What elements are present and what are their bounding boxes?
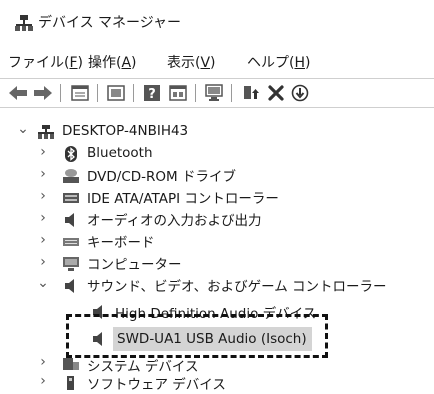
computer-root-icon — [38, 125, 54, 139]
bluetooth-icon — [65, 146, 77, 162]
tree-item-label[interactable]: サウンド、ビデオ、およびゲーム コントローラー — [87, 274, 387, 296]
svg-text:?: ? — [148, 87, 156, 102]
properties-icon[interactable] — [70, 83, 90, 103]
back-arrow-icon[interactable] — [8, 83, 28, 103]
highlight-dashed-box — [66, 314, 328, 358]
tree-item-label[interactable]: DVD/CD-ROM ドライブ — [87, 164, 236, 186]
toolbar: ? — [0, 78, 434, 108]
ide-controller-icon — [63, 193, 79, 203]
menu-view[interactable]: 表示(V) — [167, 52, 216, 72]
chevron-down-icon[interactable]: ⌄ — [17, 121, 29, 137]
toolbar-separator — [231, 84, 232, 102]
devices-view-icon[interactable] — [106, 83, 126, 103]
toolbar-separator — [133, 84, 134, 102]
help-icon[interactable]: ? — [142, 83, 162, 103]
menu-help[interactable]: ヘルプ(H) — [247, 52, 310, 72]
window-title: デバイス マネージャー — [38, 15, 182, 31]
chevron-right-icon[interactable]: › — [37, 354, 49, 370]
update-driver-icon[interactable] — [241, 83, 261, 103]
uninstall-icon[interactable] — [266, 83, 286, 103]
speaker-icon — [65, 279, 74, 293]
keyboard-icon — [63, 238, 79, 246]
chevron-right-icon[interactable]: › — [37, 188, 49, 204]
chevron-right-icon[interactable]: › — [37, 232, 49, 248]
toolbar-separator — [97, 84, 98, 102]
toolbar-separator — [195, 84, 196, 102]
tree-item-label[interactable]: IDE ATA/ATAPI コントローラー — [87, 186, 279, 208]
disc-drive-icon — [63, 169, 79, 183]
chevron-down-icon[interactable]: ⌄ — [37, 275, 49, 291]
tree-item-label[interactable]: Bluetooth — [87, 142, 153, 164]
forward-arrow-icon[interactable] — [33, 83, 53, 103]
tree-root-label[interactable]: DESKTOP-4NBIH43 — [62, 120, 188, 142]
speaker-icon — [65, 213, 74, 227]
menu-action[interactable]: 操作(A) — [88, 52, 137, 72]
tree-item-label[interactable]: ソフトウェア デバイス — [87, 372, 226, 394]
software-device-icon — [67, 376, 74, 390]
chevron-right-icon[interactable]: › — [37, 254, 49, 270]
scan-hardware-icon[interactable] — [204, 83, 224, 103]
toolbar-separator — [60, 84, 61, 102]
chevron-right-icon[interactable]: › — [37, 373, 49, 389]
chevron-right-icon[interactable]: › — [37, 210, 49, 226]
menu-bar: ファイル(F) 操作(A) 表示(V) ヘルプ(H) — [0, 48, 434, 72]
console-tree-icon[interactable] — [168, 83, 188, 103]
title-bar: デバイス マネージャー — [0, 0, 434, 42]
device-manager-icon — [15, 15, 33, 31]
system-device-icon — [63, 358, 79, 370]
chevron-right-icon[interactable]: › — [37, 144, 49, 160]
tree-item-label[interactable]: キーボード — [87, 230, 155, 252]
menu-file[interactable]: ファイル(F) — [8, 52, 83, 72]
enable-device-icon[interactable] — [290, 83, 310, 103]
tree-item-label[interactable]: コンピューター — [87, 252, 182, 274]
computer-icon — [63, 257, 79, 271]
tree-item-label[interactable]: オーディオの入力および出力 — [87, 208, 262, 230]
chevron-right-icon[interactable]: › — [37, 166, 49, 182]
